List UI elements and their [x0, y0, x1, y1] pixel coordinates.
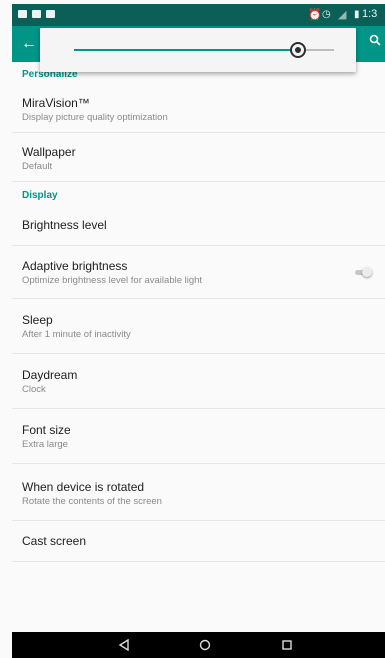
status-time: 1:3	[362, 8, 378, 20]
divider	[12, 561, 385, 562]
setting-summary: Rotate the contents of the screen	[22, 496, 162, 507]
notification-icon	[18, 10, 27, 18]
brightness-slider[interactable]	[74, 42, 334, 58]
setting-summary: Extra large	[22, 439, 68, 450]
brightness-dialog	[40, 28, 356, 72]
square-recents-icon[interactable]	[277, 636, 297, 654]
arrow-left-icon[interactable]: ←	[21, 35, 39, 53]
setting-summary: Display picture quality optimization	[22, 112, 168, 123]
setting-item-wallpaper[interactable]: Wallpaper Default	[12, 133, 385, 181]
setting-summary: Clock	[22, 384, 46, 395]
setting-item-brightness-level[interactable]: Brightness level	[12, 207, 385, 245]
setting-title: Wallpaper	[22, 145, 76, 159]
setting-title: Font size	[22, 423, 71, 437]
notification-icon	[46, 10, 55, 18]
setting-title: When device is rotated	[22, 480, 145, 494]
setting-title: Daydream	[22, 368, 78, 382]
alarm-icon: ⏰	[308, 9, 322, 21]
setting-item-miravision[interactable]: MiraVision™ Display picture quality opti…	[12, 86, 385, 132]
triangle-back-icon[interactable]	[114, 636, 134, 654]
navigation-bar	[12, 632, 385, 658]
status-bar: ⏰ ◷ ◢ ▮ 1:3	[12, 4, 385, 26]
adaptive-brightness-toggle[interactable]	[355, 267, 372, 277]
setting-title: Adaptive brightness	[22, 259, 128, 273]
notification-icon	[32, 10, 41, 18]
settings-list: Personalize MiraVision™ Display picture …	[12, 62, 385, 632]
setting-item-rotation[interactable]: When device is rotated Rotate the conten…	[12, 464, 385, 520]
setting-item-font-size[interactable]: Font size Extra large	[12, 409, 385, 463]
setting-summary: After 1 minute of inactivity	[22, 329, 131, 340]
setting-title: Cast screen	[22, 534, 87, 548]
setting-title: MiraVision™	[22, 96, 90, 110]
setting-item-cast-screen[interactable]: Cast screen	[12, 521, 385, 561]
setting-item-sleep[interactable]: Sleep After 1 minute of inactivity	[12, 299, 385, 353]
circle-home-icon[interactable]	[195, 636, 215, 654]
setting-item-adaptive-brightness[interactable]: Adaptive brightness Optimize brightness …	[12, 246, 385, 298]
setting-summary: Default	[22, 161, 53, 172]
divider	[12, 181, 385, 182]
setting-title: Brightness level	[22, 218, 107, 232]
search-icon[interactable]	[369, 34, 383, 50]
setting-title: Sleep	[22, 313, 53, 327]
clock-icon: ◷	[322, 9, 331, 20]
toggle-thumb	[362, 267, 372, 277]
setting-summary: Optimize brightness level for available …	[22, 275, 203, 286]
settings-screen: ⏰ ◷ ◢ ▮ 1:3 ← Personalize MiraVision™ Di…	[0, 0, 385, 658]
category-display: Display	[22, 190, 58, 201]
signal-icon: ◢	[338, 9, 347, 21]
brightness-slider-fill	[74, 49, 298, 51]
setting-item-daydream[interactable]: Daydream Clock	[12, 354, 385, 408]
brightness-slider-thumb[interactable]	[289, 42, 306, 58]
battery-icon: ▮	[354, 9, 360, 20]
